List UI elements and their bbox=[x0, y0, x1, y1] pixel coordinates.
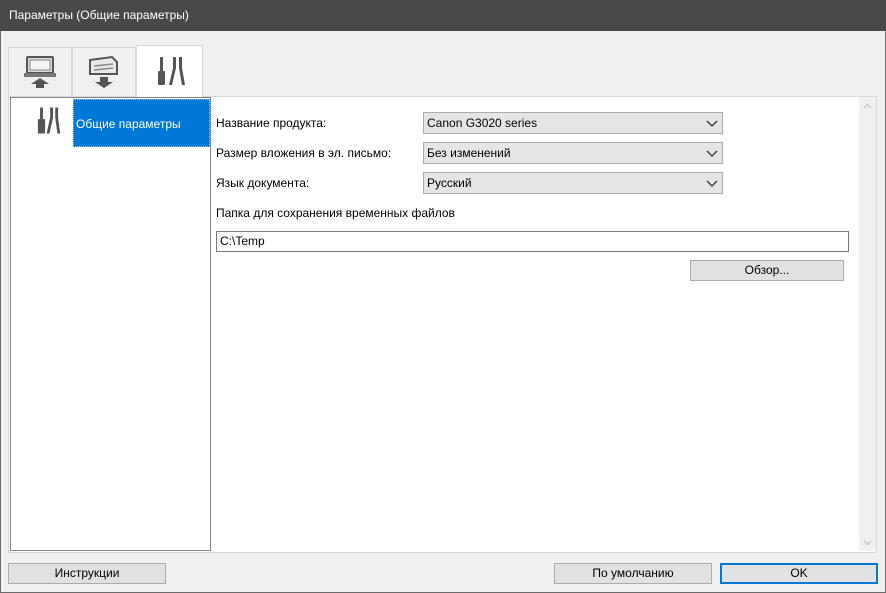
window-title-bar: Параметры (Общие параметры) bbox=[0, 0, 886, 31]
browse-button[interactable]: Обзор... bbox=[690, 260, 844, 281]
instructions-button[interactable]: Инструкции bbox=[8, 563, 166, 584]
nav-item-label: Общие параметры bbox=[73, 99, 210, 147]
chevron-down-icon bbox=[706, 150, 718, 157]
tab-general-settings[interactable] bbox=[136, 45, 203, 97]
settings-nav-tree: Общие параметры bbox=[10, 97, 211, 551]
scroll-down-icon[interactable] bbox=[859, 534, 876, 551]
tools-icon bbox=[157, 56, 185, 85]
product-name-value: Canon G3020 series bbox=[427, 116, 538, 130]
document-language-value: Русский bbox=[427, 176, 472, 190]
chevron-down-icon bbox=[706, 180, 718, 187]
scanner-download-icon bbox=[89, 55, 118, 88]
temp-folder-input[interactable]: C:\Temp bbox=[216, 231, 849, 252]
temp-folder-label: Папка для сохранения временных файлов bbox=[216, 206, 455, 220]
vertical-scrollbar[interactable] bbox=[859, 97, 876, 551]
chevron-down-icon bbox=[706, 120, 718, 127]
document-language-select[interactable]: Русский bbox=[423, 172, 723, 194]
tools-icon bbox=[37, 107, 61, 134]
attachment-size-label: Размер вложения в эл. письмо: bbox=[216, 146, 392, 160]
temp-folder-value: C:\Temp bbox=[220, 234, 265, 248]
window-title: Параметры (Общие параметры) bbox=[9, 8, 189, 22]
attachment-size-value: Без изменений bbox=[427, 146, 511, 160]
scroll-up-icon[interactable] bbox=[859, 97, 876, 114]
tab-scan-from-computer[interactable] bbox=[8, 47, 72, 96]
computer-upload-icon bbox=[24, 56, 56, 88]
tab-scan-from-operation-panel[interactable] bbox=[72, 47, 136, 96]
product-name-label: Название продукта: bbox=[216, 116, 327, 130]
document-language-label: Язык документа: bbox=[216, 176, 310, 190]
attachment-size-select[interactable]: Без изменений bbox=[423, 142, 723, 164]
ok-button[interactable]: OK bbox=[720, 563, 878, 584]
product-name-select[interactable]: Canon G3020 series bbox=[423, 112, 723, 134]
defaults-button[interactable]: По умолчанию bbox=[554, 563, 712, 584]
